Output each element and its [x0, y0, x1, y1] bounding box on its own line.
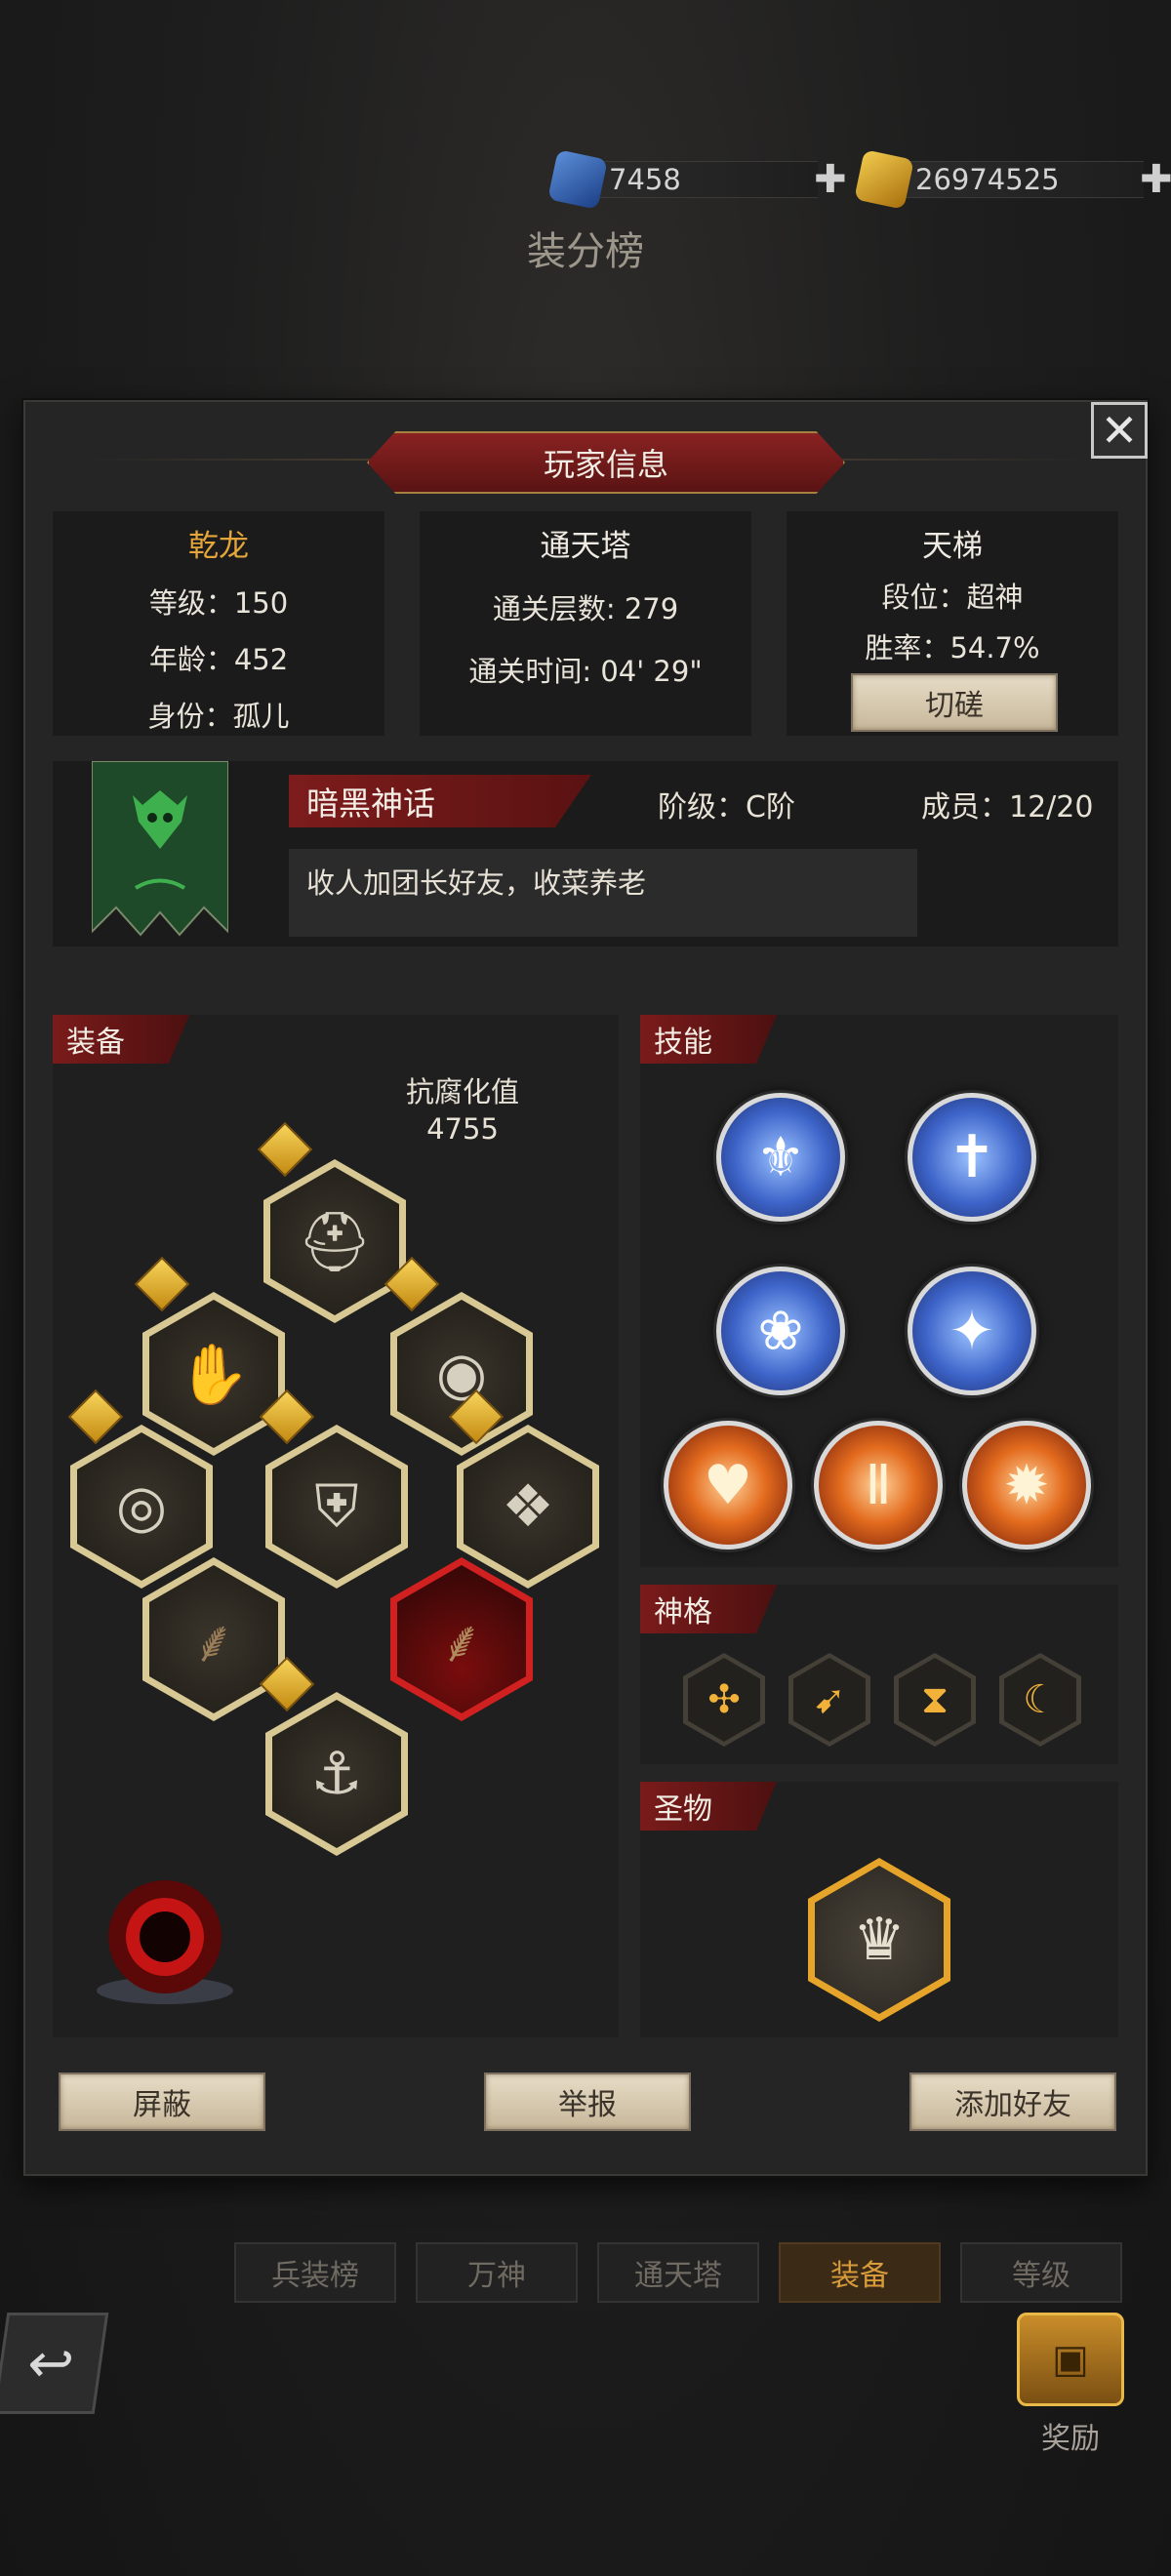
armor-icon: ⛨ — [314, 1472, 359, 1541]
corruption-stat: 抗腐化值 4755 — [384, 1073, 541, 1147]
skills-tag: 技能 — [640, 1015, 777, 1064]
report-button[interactable]: 举报 — [484, 2073, 691, 2131]
cloak-icon: ❖ — [502, 1472, 554, 1541]
equip-slot-gauntlet[interactable]: ✋ — [142, 1292, 285, 1456]
upgrade-badge-icon — [67, 1389, 124, 1445]
add-gems-icon[interactable]: ✚ — [814, 157, 847, 202]
age-value: 452 — [233, 643, 289, 676]
guild-members: 成员：12/20 — [921, 790, 1094, 825]
equip-slot-cursed-branch[interactable]: ⸙ — [390, 1557, 533, 1721]
upgrade-badge-icon — [257, 1121, 313, 1178]
corruption-label: 抗腐化值 — [405, 1075, 519, 1108]
skills-panel: 技能 ⚜ ✝ ❀ ✦ ♥ Ⅱ ✹ — [640, 1015, 1118, 1567]
skill-cross-icon[interactable]: ✝ — [908, 1093, 1036, 1222]
equip-slot-helmet[interactable]: ⛑ — [263, 1159, 406, 1323]
godhood-shuriken-icon[interactable]: ✣ — [683, 1653, 765, 1747]
relic-panel: 圣物 ♛ — [640, 1782, 1118, 2037]
skill-heart-hands-icon[interactable]: ♥ — [664, 1421, 792, 1550]
upgrade-badge-icon — [134, 1256, 190, 1312]
guild-notice: 收人加团长好友，收菜养老 — [289, 849, 917, 937]
dark-orb-icon[interactable] — [82, 1844, 248, 2010]
modal-title: 玩家信息 — [367, 431, 845, 494]
tab-weapons[interactable]: 兵装榜 — [234, 2242, 396, 2303]
reward-button[interactable]: ▣ 奖励 — [1007, 2313, 1134, 2456]
gem-currency: 7458 ✚ — [547, 149, 847, 210]
winrate-label: 胜率： — [865, 631, 950, 664]
gauntlet-icon: ✋ — [177, 1340, 251, 1409]
block-button[interactable]: 屏蔽 — [59, 2073, 265, 2131]
reward-label: 奖励 — [1041, 2422, 1100, 2456]
level-label: 等级： — [148, 586, 234, 620]
rank-value: 超神 — [966, 581, 1024, 614]
guild-name: 暗黑神话 — [289, 775, 591, 827]
player-name: 乾龙 — [188, 529, 249, 564]
equip-slot-amulet[interactable]: ◉ — [390, 1292, 533, 1456]
skill-star-icon[interactable]: ✦ — [908, 1267, 1036, 1395]
guild-banner — [91, 760, 229, 946]
tab-tower[interactable]: 通天塔 — [597, 2242, 759, 2303]
equipment-tag: 装备 — [53, 1015, 189, 1064]
identity-label: 身份： — [147, 700, 233, 733]
skill-berserk-icon[interactable]: ✹ — [962, 1421, 1091, 1550]
winrate-value: 54.7% — [949, 631, 1040, 664]
godhood-hourglass-icon[interactable]: ⧗ — [894, 1653, 976, 1747]
relic-tag: 圣物 — [640, 1782, 777, 1831]
floors-label: 通关层数: — [492, 592, 616, 625]
back-arrow-icon[interactable]: ↩ — [0, 2313, 109, 2414]
blue-gem-icon — [547, 149, 608, 210]
relic-slot[interactable]: ♛ — [808, 1858, 950, 2022]
skill-bloom-icon[interactable]: ❀ — [716, 1267, 845, 1395]
guild-grade: 阶级：C阶 — [658, 790, 795, 825]
tower-card: 通天塔 通关层数: 279 通关时间: 04' 29" — [420, 511, 751, 736]
godhood-wing-icon[interactable]: ➹ — [788, 1653, 870, 1747]
tab-pantheon[interactable]: 万神 — [416, 2242, 578, 2303]
gold-amount: 26974525 — [900, 161, 1144, 198]
player-info-modal: 玩家信息 ✕ 乾龙 等级：150 年龄：452 身份：孤儿 通天塔 通关层数: … — [23, 400, 1148, 2176]
rank-label: 段位： — [881, 581, 967, 614]
equip-slot-armor[interactable]: ⛨ — [265, 1425, 408, 1589]
age-label: 年龄： — [148, 643, 234, 676]
identity-value: 孤儿 — [232, 700, 290, 733]
greaves-icon: ⚓ — [310, 1740, 363, 1808]
skill-wings-icon[interactable]: ⚜ — [716, 1093, 845, 1222]
godhood-moon-icon[interactable]: ☾ — [999, 1653, 1081, 1747]
ring-icon: ◎ — [115, 1472, 168, 1541]
time-value: 04' 29" — [600, 655, 703, 688]
branch-icon: ⸙ — [191, 1608, 236, 1676]
tower-title: 通天塔 — [540, 529, 631, 564]
equipment-panel: 装备 抗腐化值 4755 ⛑ ✋ ◉ ◎ ⛨ ❖ ⸙ ⸙ ⚓ — [53, 1015, 619, 2037]
close-icon[interactable]: ✕ — [1091, 402, 1148, 459]
guild-panel: 暗黑神话 阶级：C阶 成员：12/20 收人加团长好友，收菜养老 — [53, 760, 1118, 946]
gem-amount: 7458 — [593, 161, 818, 198]
godhood-tag: 神格 — [640, 1585, 777, 1633]
tab-level[interactable]: 等级 — [960, 2242, 1122, 2303]
ladder-title: 天梯 — [922, 529, 983, 564]
equip-slot-branch[interactable]: ⸙ — [142, 1557, 285, 1721]
add-friend-button[interactable]: 添加好友 — [909, 2073, 1116, 2131]
godhood-panel: 神格 ✣ ➹ ⧗ ☾ — [640, 1585, 1118, 1764]
crown-icon: ♛ — [853, 1906, 906, 1974]
level-value: 150 — [233, 586, 289, 620]
floors-value: 279 — [624, 592, 679, 625]
spar-button[interactable]: 切磋 — [851, 673, 1058, 732]
player-card: 乾龙 等级：150 年龄：452 身份：孤儿 — [53, 511, 384, 736]
gold-gem-icon — [854, 149, 914, 210]
equip-slot-ring[interactable]: ◎ — [70, 1425, 213, 1589]
helmet-icon: ⛑ — [297, 1207, 373, 1276]
tab-equipment[interactable]: 装备 — [779, 2242, 941, 2303]
gold-currency: 26974525 ✚ — [854, 149, 1171, 210]
treasure-chest-icon: ▣ — [1017, 2313, 1124, 2406]
cursed-branch-icon: ⸙ — [439, 1608, 484, 1676]
add-gold-icon[interactable]: ✚ — [1140, 157, 1171, 202]
time-label: 通关时间: — [468, 655, 592, 688]
page-title: 装分榜 — [527, 229, 644, 274]
skill-pillar-icon[interactable]: Ⅱ — [814, 1421, 943, 1550]
equip-slot-cloak[interactable]: ❖ — [457, 1425, 599, 1589]
equip-slot-greaves[interactable]: ⚓ — [265, 1692, 408, 1856]
corruption-value: 4755 — [426, 1112, 499, 1146]
